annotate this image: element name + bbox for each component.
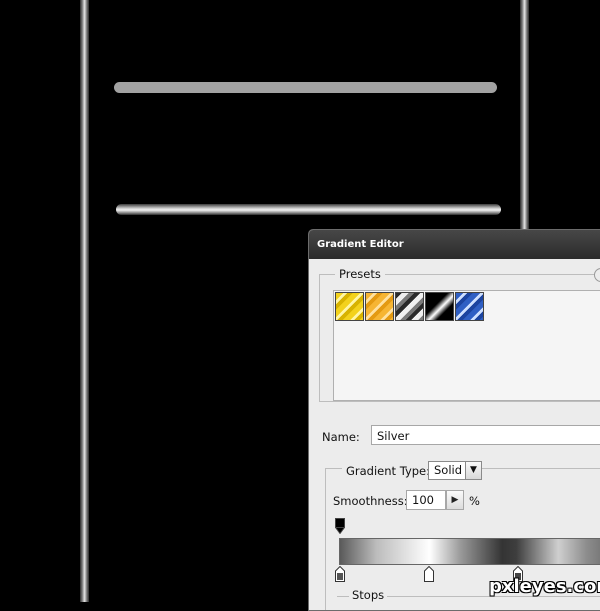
gradient-editor-dialog: Gradient Editor Presets Name: Silver Gra… [308, 229, 600, 611]
smoothness-input[interactable]: 100 [406, 490, 446, 510]
watermark-text: pxleyes.com [489, 576, 600, 597]
gradient-type-select[interactable]: Solid ▼ [428, 461, 482, 480]
gradient-type-label: Gradient Type: [342, 464, 434, 478]
dialog-title: Gradient Editor [309, 230, 600, 259]
name-field[interactable]: Silver [371, 425, 600, 445]
stops-label: Stops [349, 588, 388, 602]
color-stop-icon[interactable] [424, 566, 434, 582]
smoothness-label: Smoothness: [333, 494, 408, 508]
preset-swatch-black-white[interactable] [425, 292, 454, 321]
horizontal-bar-silver [116, 204, 501, 215]
color-stop-icon[interactable] [335, 566, 345, 582]
smoothness-unit: % [469, 494, 480, 508]
preset-swatch-silver[interactable] [395, 292, 424, 321]
gradient-type-value: Solid [434, 463, 463, 477]
name-label: Name: [322, 430, 360, 444]
gradient-preview-bar[interactable] [339, 538, 600, 565]
preset-swatch-blue[interactable] [455, 292, 484, 321]
chevron-down-icon[interactable]: ▼ [465, 462, 481, 479]
horizontal-bar-flat [114, 82, 497, 93]
vertical-bar-left [80, 0, 89, 602]
smoothness-slider-button[interactable]: ▶ [446, 490, 464, 510]
preset-swatch-yellow[interactable] [335, 292, 364, 321]
preset-swatch-orange[interactable] [365, 292, 394, 321]
presets-swatch-area [333, 290, 600, 401]
opacity-stop-icon[interactable] [335, 518, 345, 534]
presets-label: Presets [335, 267, 385, 281]
